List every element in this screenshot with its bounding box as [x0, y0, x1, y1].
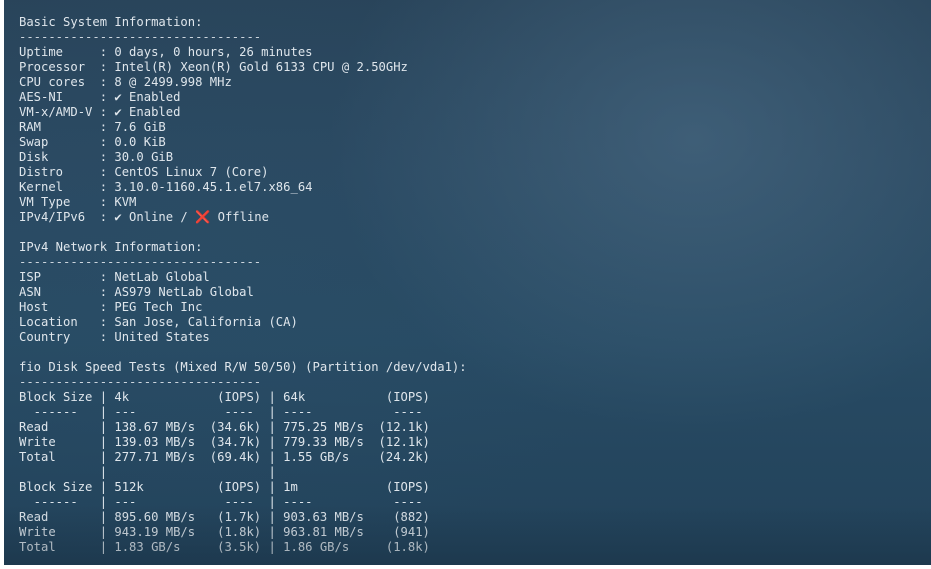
info-line-asn: ASN : AS979 NetLab Global — [19, 285, 254, 299]
info-line-country: Country : United States — [19, 330, 210, 344]
fio-table-row-total: Total | 1.83 GB/s (3.5k) | 1.86 GB/s (1.… — [19, 540, 430, 554]
terminal-output: Basic System Information: ---------------… — [19, 15, 467, 555]
info-line-ipv4-ipv6: IPv4/IPv6 : ✔ Online / ❌ Offline — [19, 210, 269, 224]
fio-table-divider-row: ------ | --- ---- | ---- ---- — [19, 495, 430, 509]
info-line-host: Host : PEG Tech Inc — [19, 300, 203, 314]
info-line-vm-x: VM-x/AMD-V : ✔ Enabled — [19, 105, 181, 119]
section-heading-fio-disk-speed: fio Disk Speed Tests (Mixed R/W 50/50) (… — [19, 360, 467, 374]
info-line-uptime: Uptime : 0 days, 0 hours, 26 minutes — [19, 45, 313, 59]
info-line-isp: ISP : NetLab Global — [19, 270, 210, 284]
separator-line: --------------------------------- — [19, 375, 262, 389]
info-line-cpu-cores: CPU cores : 8 @ 2499.998 MHz — [19, 75, 232, 89]
info-line-vm-type: VM Type : KVM — [19, 195, 137, 209]
info-line-swap: Swap : 0.0 KiB — [19, 135, 166, 149]
info-line-disk: Disk : 30.0 GiB — [19, 150, 174, 164]
fio-table-row-total: Total | 277.71 MB/s (69.4k) | 1.55 GB/s … — [19, 450, 430, 464]
info-line-location: Location : San Jose, California (CA) — [19, 315, 298, 329]
fio-table-header-row: Block Size | 4k (IOPS) | 64k (IOPS) — [19, 390, 430, 404]
section-heading-ipv4-network: IPv4 Network Information: — [19, 240, 203, 254]
info-line-ram: RAM : 7.6 GiB — [19, 120, 166, 134]
fio-table-row-read: Read | 895.60 MB/s (1.7k) | 903.63 MB/s … — [19, 510, 430, 524]
fio-table-spacer-row: | | — [19, 465, 430, 479]
separator-line: --------------------------------- — [19, 255, 262, 269]
fio-table-divider-row: ------ | --- ---- | ---- ---- — [19, 405, 430, 419]
separator-line: --------------------------------- — [19, 30, 262, 44]
section-heading-basic-system: Basic System Information: — [19, 15, 203, 29]
terminal-window[interactable]: Basic System Information: ---------------… — [4, 0, 931, 565]
info-line-kernel: Kernel : 3.10.0-1160.45.1.el7.x86_64 — [19, 180, 313, 194]
info-line-aes-ni: AES-NI : ✔ Enabled — [19, 90, 181, 104]
fio-table-header-row: Block Size | 512k (IOPS) | 1m (IOPS) — [19, 480, 430, 494]
fio-table-row-read: Read | 138.67 MB/s (34.6k) | 775.25 MB/s… — [19, 420, 430, 434]
fio-table-row-write: Write | 139.03 MB/s (34.7k) | 779.33 MB/… — [19, 435, 430, 449]
info-line-processor: Processor : Intel(R) Xeon(R) Gold 6133 C… — [19, 60, 408, 74]
info-line-distro: Distro : CentOS Linux 7 (Core) — [19, 165, 269, 179]
fio-table-row-write: Write | 943.19 MB/s (1.8k) | 963.81 MB/s… — [19, 525, 430, 539]
